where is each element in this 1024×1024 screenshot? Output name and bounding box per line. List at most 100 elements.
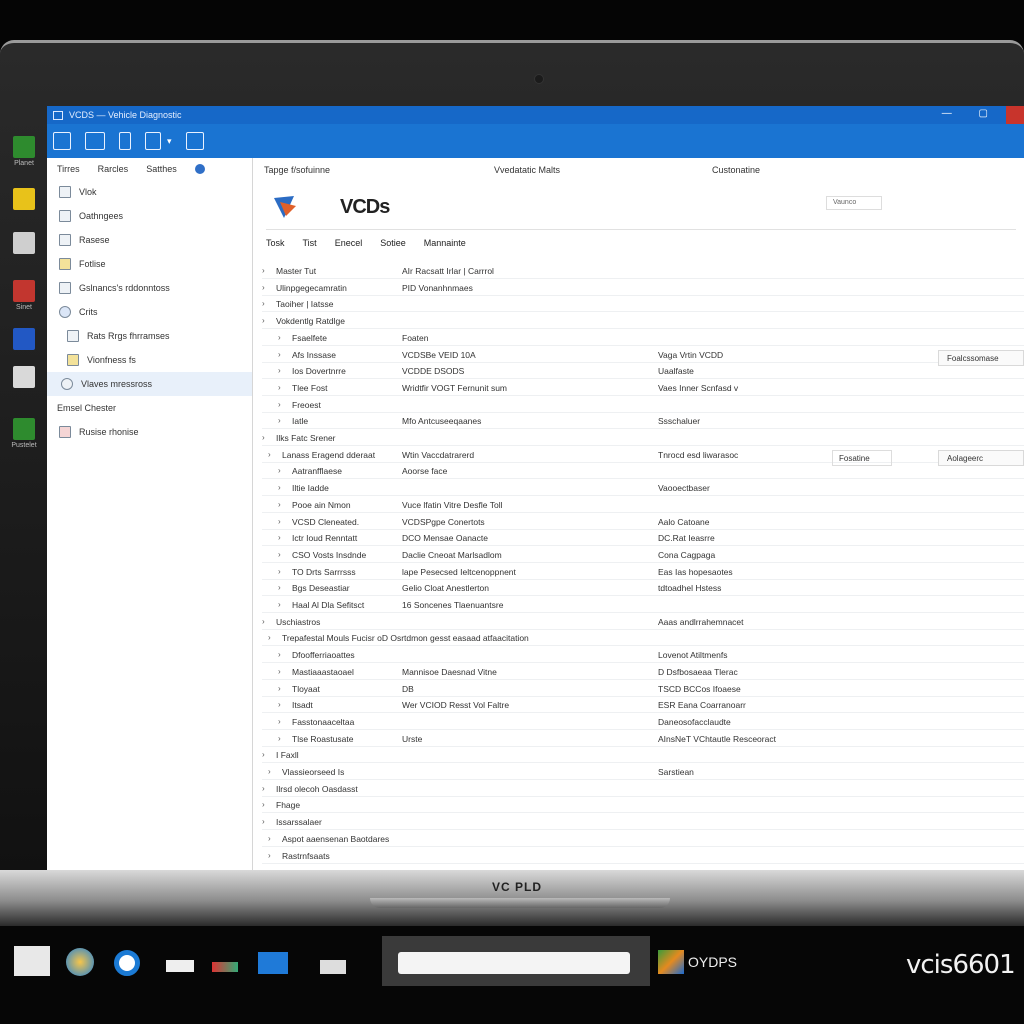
chevron-right-icon[interactable]: › <box>278 517 281 526</box>
taskbar-app-label[interactable]: OYDPS <box>688 954 737 970</box>
chevron-right-icon[interactable]: › <box>262 784 265 793</box>
sidebar-item[interactable]: Gslnancs's rddonntoss <box>47 276 252 300</box>
header-right-dropdown[interactable]: Custonatine <box>712 165 760 175</box>
tree-row[interactable]: › Ilrsd olecoh Oasdasst <box>262 781 1024 797</box>
tree-row[interactable]: › Ulinpgegecamratin PID Vonanhnmaes <box>262 280 1024 296</box>
chevron-right-icon[interactable]: › <box>278 400 281 409</box>
tree-row[interactable]: › Trepafestal Mouls Fucisr oD Osrtdmon ge… <box>262 630 1024 647</box>
tree-row[interactable]: › Afs Inssase VCDSBe VEID 10A Vaga Vrtin VC… <box>262 347 1024 366</box>
tree-row[interactable]: › Uschiastros Aaas andlrrahemnacet <box>262 614 1024 630</box>
document-icon[interactable] <box>53 132 71 150</box>
menu-item[interactable]: Mannainte <box>424 238 466 248</box>
chevron-right-icon[interactable]: › <box>262 817 265 826</box>
print-icon[interactable] <box>145 132 161 150</box>
chevron-right-icon[interactable]: › <box>262 750 265 759</box>
chevron-right-icon[interactable]: › <box>262 299 265 308</box>
chevron-right-icon[interactable]: › <box>278 650 281 659</box>
sidebar-item[interactable]: Rats Rrgs fhrramses <box>47 324 252 348</box>
sidebar-item[interactable]: Vionfness fs <box>47 348 252 372</box>
tree-row[interactable]: › I Faxll <box>262 747 1024 764</box>
sidebar-item[interactable]: Rasese <box>47 228 252 252</box>
chevron-right-icon[interactable]: › <box>278 700 281 709</box>
sidebar-item[interactable]: Crits <box>47 300 252 324</box>
media-icon[interactable] <box>212 962 238 972</box>
menu-item[interactable]: Sotiee <box>380 238 406 248</box>
tree-row[interactable]: › Ictr Ioud Renntatt DCO Mensae Oanacte DC.… <box>262 530 1024 547</box>
tree-row[interactable]: › Freoest <box>262 397 1024 413</box>
tree-row[interactable]: › Tloyaat DB TSCD BCCos Ifoaese <box>262 681 1024 697</box>
sidebar-item[interactable]: Fotlise <box>47 252 252 276</box>
tree-row[interactable]: › Itsadt Wer VCIOD Resst Vol Faltre ESR Ean… <box>262 697 1024 714</box>
tree-row[interactable]: › Ilks Fatc Srener <box>262 430 1024 446</box>
tree-row[interactable]: › Aspot aaensenan Baotdares <box>262 831 1024 847</box>
scan-icon[interactable] <box>85 132 105 150</box>
chevron-right-icon[interactable]: › <box>268 767 271 776</box>
mail-icon[interactable] <box>166 960 194 972</box>
chevron-right-icon[interactable]: › <box>268 633 271 642</box>
sidebar-item[interactable]: Oathngees <box>47 204 252 228</box>
chrome-icon[interactable] <box>114 950 140 976</box>
tree-row[interactable]: › CSO Vosts Insdnde Daclie Cneoat Marlsadl… <box>262 547 1024 563</box>
header-center-dropdown[interactable]: Vvedatatic Malts <box>494 165 560 175</box>
menu-item[interactable]: Tist <box>303 238 317 248</box>
tree-row[interactable]: › Master Tut AIr Racsatt Irlar | Carrrol <box>262 263 1024 279</box>
desktop-icon-grid[interactable] <box>6 232 42 256</box>
tree-row[interactable]: › Fsaelfete Foaten <box>262 330 1024 346</box>
chevron-right-icon[interactable]: › <box>278 667 281 676</box>
tree-row[interactable]: › Fasstonaaceltaa Daneosofacclaudte <box>262 714 1024 730</box>
tab-satthes[interactable]: Satthes <box>146 164 177 174</box>
tree-row[interactable]: › Tlse Roastusate Urste AInsNeT VChtautle R… <box>262 731 1024 747</box>
sidebar-item-selected[interactable]: Vlaves mressross <box>47 372 252 396</box>
chevron-right-icon[interactable]: › <box>278 333 281 342</box>
tree-row[interactable]: › Iatle Mfo Antcuseeqaanes Ssschaluer <box>262 413 1024 430</box>
chevron-right-icon[interactable]: › <box>262 617 265 626</box>
chevron-right-icon[interactable]: › <box>278 500 281 509</box>
chevron-right-icon[interactable]: › <box>262 800 265 809</box>
chevron-right-icon[interactable]: › <box>278 583 281 592</box>
window-icon[interactable] <box>320 960 346 974</box>
chevron-down-icon[interactable]: ▾ <box>167 136 172 147</box>
menu-item[interactable]: Tosk <box>266 238 285 248</box>
tree-row[interactable]: › Fhage <box>262 797 1024 814</box>
tree-row[interactable]: › Vokdentlg Ratdlge <box>262 313 1024 330</box>
tree-row[interactable]: › Lanass Eragend dderaat Wtin Vaccdatrarer… <box>262 447 1024 466</box>
sidebar-item[interactable]: Rusise rhonise <box>47 420 252 444</box>
tree-row[interactable]: › Dfoofferriaoattes Lovenot Atiltmenfs <box>262 647 1024 664</box>
desktop-icon-sinet[interactable]: Sinet <box>6 280 42 311</box>
browser-icon[interactable] <box>66 948 94 976</box>
chevron-right-icon[interactable]: › <box>262 316 265 325</box>
chevron-right-icon[interactable]: › <box>268 834 271 843</box>
chevron-right-icon[interactable]: › <box>278 366 281 375</box>
chevron-right-icon[interactable]: › <box>278 684 281 693</box>
window-controls[interactable]: — ▢ <box>942 108 1000 119</box>
window-icon[interactable] <box>185 132 204 150</box>
desktop-icon-planet[interactable]: Planet <box>6 136 42 167</box>
tree-row[interactable]: › Bgs Deseastiar Gelio Cloat Anestlerton td… <box>262 580 1024 597</box>
desktop-icon-folder[interactable] <box>6 188 42 212</box>
tree-row[interactable]: › Aatranfflaese Aoorse face <box>262 463 1024 480</box>
chevron-right-icon[interactable]: › <box>268 851 271 860</box>
chevron-right-icon[interactable]: › <box>262 433 265 442</box>
desktop-icon-blue-app[interactable] <box>6 328 42 352</box>
desktop-icon-pustelet[interactable]: Pustelet <box>6 418 42 449</box>
tree-row[interactable]: › TO Drts Sarrrsss lape Pesecsed Ieltcenop… <box>262 564 1024 580</box>
tree-row[interactable]: › Vlassieorseed Is Sarstiean <box>262 764 1024 780</box>
tree-row[interactable]: › Mastiaaastaoael Mannisoe Daesnad Vitne D … <box>262 664 1024 680</box>
tree-row[interactable]: › Tlee Fost Wridtfir VOGT Fernunit sum Vaes… <box>262 380 1024 396</box>
tree-row[interactable]: › Pooe ain Nmon Vuce lfatin Vitre Desfle T… <box>262 497 1024 513</box>
tab-tirres[interactable]: Tirres <box>57 164 80 174</box>
chevron-right-icon[interactable]: › <box>278 734 281 743</box>
tree-row[interactable]: › Taoiher | Iatsse <box>262 296 1024 313</box>
tree-row[interactable]: › Issarssalaer <box>262 814 1024 831</box>
sidebar-item[interactable]: Emsel Chester <box>47 396 252 420</box>
close-button[interactable] <box>1006 106 1024 124</box>
explorer-icon[interactable] <box>14 946 50 976</box>
chevron-right-icon[interactable]: › <box>262 266 265 275</box>
chevron-right-icon[interactable]: › <box>278 483 281 492</box>
tree-row[interactable]: › VCSD Cleneated. VCDSPgpe Conertots Aalo C… <box>262 514 1024 530</box>
gear-icon[interactable] <box>194 164 205 174</box>
tree-row[interactable]: › Haal Al Dla Sefitsct 16 Soncenes Tlaenua… <box>262 597 1024 613</box>
tab-rarcles[interactable]: Rarcles <box>98 164 129 174</box>
tree-row[interactable]: › Ios Dovertnrre VCDDE DSODS Uaalfaste <box>262 363 1024 380</box>
chevron-right-icon[interactable]: › <box>278 717 281 726</box>
